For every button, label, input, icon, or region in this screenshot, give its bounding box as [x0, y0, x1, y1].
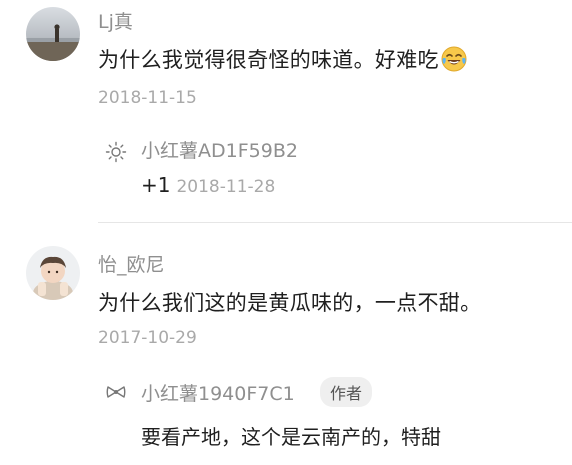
avatar[interactable]	[26, 246, 80, 300]
reply-date: 2018-11-28	[176, 177, 276, 197]
comment-text: 为什么我们这的是黄瓜味的，一点不甜。	[98, 291, 482, 315]
comment-username[interactable]: Lj真	[98, 7, 133, 34]
comment-date: 2017-10-29	[98, 328, 197, 348]
comment-item: Lj真 为什么我觉得很奇怪的味道。好难吃 2018-11-15 小红薯AD1F5…	[0, 0, 572, 222]
reply-text-content: +1	[141, 173, 171, 197]
comment-date: 2018-11-15	[98, 88, 197, 108]
comment-text-content: 为什么我觉得很奇怪的味道。好难吃	[98, 48, 439, 72]
reply-username[interactable]: 小红薯1940F7C1	[141, 379, 295, 406]
reply-username[interactable]: 小红薯AD1F59B2	[141, 136, 298, 163]
sun-icon	[105, 141, 127, 163]
reply-text: +1 2018-11-28	[141, 173, 275, 197]
face-with-tears-of-joy-icon	[441, 46, 467, 72]
reply-text: 要看产地，这个是云南产的，特甜	[141, 425, 441, 449]
comment-text: 为什么我觉得很奇怪的味道。好难吃	[98, 44, 467, 74]
author-badge: 作者	[320, 377, 373, 407]
avatar[interactable]	[26, 7, 80, 61]
bow-icon	[105, 381, 127, 403]
comment-item: 怡_欧尼 为什么我们这的是黄瓜味的，一点不甜。 2017-10-29 小红薯19…	[0, 223, 572, 465]
comment-username[interactable]: 怡_欧尼	[98, 250, 165, 277]
